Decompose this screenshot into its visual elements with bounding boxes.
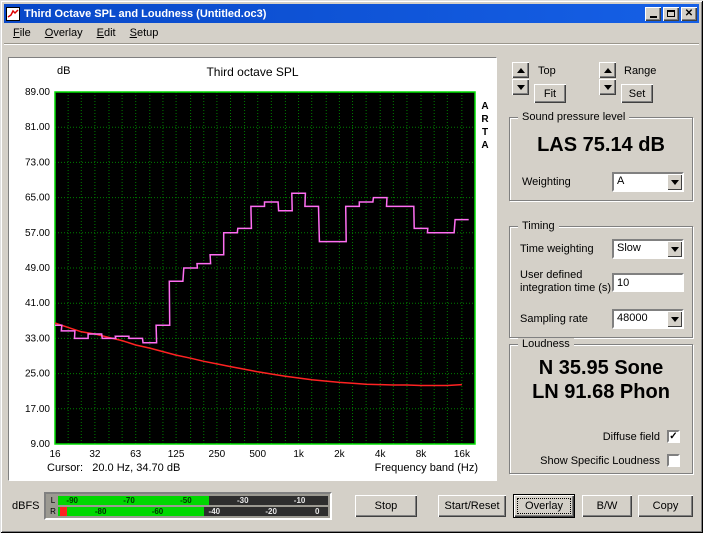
- weighting-select[interactable]: A: [612, 172, 684, 192]
- close-button[interactable]: ✕: [681, 6, 697, 21]
- svg-text:81.00: 81.00: [25, 122, 50, 133]
- cursor-readout: Cursor: 20.0 Hz, 34.70 dB: [47, 462, 181, 474]
- svg-text:125: 125: [168, 449, 185, 460]
- copy-button[interactable]: Copy: [638, 495, 693, 517]
- plot-title: Third octave SPL: [206, 65, 299, 79]
- weighting-dropdown-button[interactable]: [667, 174, 682, 190]
- svg-text:33.00: 33.00: [25, 333, 50, 344]
- set-button[interactable]: Set: [621, 84, 653, 103]
- sampling-rate-label: Sampling rate: [520, 313, 588, 325]
- range-label: Range: [624, 65, 657, 77]
- spl-value: LAS 75.14 dB: [537, 134, 665, 156]
- window-title: Third Octave SPL and Loudness (Untitled.…: [24, 7, 267, 20]
- bw-button[interactable]: B/W: [582, 495, 632, 517]
- chevron-down-icon: [670, 246, 679, 252]
- menu-overlay[interactable]: Overlay: [38, 25, 90, 41]
- timing-group-title: Timing: [518, 220, 559, 232]
- time-weighting-label: Time weighting: [520, 243, 594, 255]
- fit-button[interactable]: Fit: [534, 84, 566, 103]
- loudness-group-title: Loudness: [518, 338, 574, 350]
- menu-file[interactable]: File: [6, 25, 38, 41]
- top-up-button[interactable]: [512, 62, 529, 78]
- range-up-button[interactable]: [599, 62, 616, 78]
- sampling-rate-dropdown-button[interactable]: [667, 311, 682, 327]
- minimize-button[interactable]: [645, 6, 661, 21]
- svg-text:41.00: 41.00: [25, 298, 50, 309]
- svg-text:250: 250: [209, 449, 226, 460]
- spl-chart[interactable]: 89.00 81.00 73.00 65.00 57.00 49.00 41.00 33.00…: [10, 82, 495, 462]
- close-icon: ✕: [684, 8, 694, 19]
- svg-text:4k: 4k: [375, 449, 387, 460]
- overlay-button[interactable]: Overlay: [514, 495, 574, 517]
- spl-plot-panel: dB Third octave SPL A R T A 89.00 81.00 73…: [8, 57, 497, 481]
- svg-text:49.00: 49.00: [25, 263, 50, 274]
- menu-edit[interactable]: Edit: [90, 25, 123, 41]
- integration-time-input[interactable]: [612, 273, 684, 292]
- svg-text:25.00: 25.00: [25, 369, 50, 380]
- time-weighting-value: Slow: [617, 242, 641, 254]
- spl-group: Sound pressure level LAS 75.14 dB Weight…: [509, 111, 693, 201]
- chevron-down-icon: [670, 316, 679, 322]
- diffuse-field-checkbox[interactable]: ✓: [667, 430, 680, 443]
- svg-text:73.00: 73.00: [25, 157, 50, 168]
- menu-setup[interactable]: Setup: [123, 25, 166, 41]
- x-axis-label: Frequency band (Hz): [374, 462, 478, 474]
- sampling-rate-value: 48000: [617, 312, 648, 324]
- menu-bar: File Overlay Edit Setup: [4, 23, 699, 44]
- top-down-button[interactable]: [512, 79, 529, 95]
- maximize-button[interactable]: [663, 6, 679, 21]
- start-reset-button[interactable]: Start/Reset: [438, 495, 506, 517]
- up-arrow-icon: [516, 67, 525, 73]
- spl-group-title: Sound pressure level: [518, 111, 630, 123]
- svg-text:2k: 2k: [334, 449, 346, 460]
- integration-time-label: User defined integration time (s): [520, 269, 612, 294]
- loudness-group: Loudness N 35.95 Sone LN 91.68 Phon Diff…: [509, 338, 693, 474]
- svg-text:32: 32: [89, 449, 101, 460]
- svg-text:500: 500: [249, 449, 266, 460]
- up-arrow-icon: [603, 67, 612, 73]
- chevron-down-icon: [670, 179, 679, 185]
- svg-text:65.00: 65.00: [25, 193, 50, 204]
- time-weighting-dropdown-button[interactable]: [667, 241, 682, 257]
- svg-text:16k: 16k: [454, 449, 471, 460]
- weighting-value: A: [617, 175, 625, 187]
- svg-text:89.00: 89.00: [25, 87, 50, 98]
- show-specific-loudness-label: Show Specific Loudness: [540, 455, 660, 467]
- svg-text:8k: 8k: [416, 449, 428, 460]
- maximize-icon: [667, 10, 675, 17]
- svg-text:63: 63: [130, 449, 142, 460]
- loudness-phon-value: LN 91.68 Phon: [532, 381, 670, 403]
- top-label: Top: [538, 65, 556, 77]
- svg-text:16: 16: [49, 449, 61, 460]
- svg-text:17.00: 17.00: [25, 404, 50, 415]
- meter-row: R -80 -60 -40 -20 0: [48, 507, 328, 516]
- sampling-rate-select[interactable]: 48000: [612, 309, 684, 329]
- down-arrow-icon: [603, 84, 612, 90]
- dbfs-label: dBFS: [12, 500, 40, 512]
- svg-text:57.00: 57.00: [25, 228, 50, 239]
- time-weighting-select[interactable]: Slow: [612, 239, 684, 259]
- loudness-sone-value: N 35.95 Sone: [538, 357, 664, 379]
- app-window: Third Octave SPL and Loudness (Untitled.…: [0, 0, 703, 533]
- diffuse-field-label: Diffuse field: [602, 431, 660, 443]
- minimize-icon: [649, 16, 657, 18]
- show-specific-loudness-checkbox[interactable]: [667, 454, 680, 467]
- meter-row: L -90 -70 -50 -30 -10: [48, 496, 328, 505]
- titlebar[interactable]: Third Octave SPL and Loudness (Untitled.…: [4, 4, 699, 23]
- svg-text:9.00: 9.00: [31, 439, 51, 450]
- level-meter: L -90 -70 -50 -30 -10 R -80 -60 -40 -20 0: [44, 492, 332, 520]
- app-icon[interactable]: [6, 6, 20, 21]
- timing-group: Timing Time weighting Slow User defined …: [509, 220, 693, 338]
- weighting-label: Weighting: [522, 176, 571, 188]
- down-arrow-icon: [516, 84, 525, 90]
- svg-text:1k: 1k: [293, 449, 305, 460]
- stop-button[interactable]: Stop: [355, 495, 417, 517]
- range-down-button[interactable]: [599, 79, 616, 95]
